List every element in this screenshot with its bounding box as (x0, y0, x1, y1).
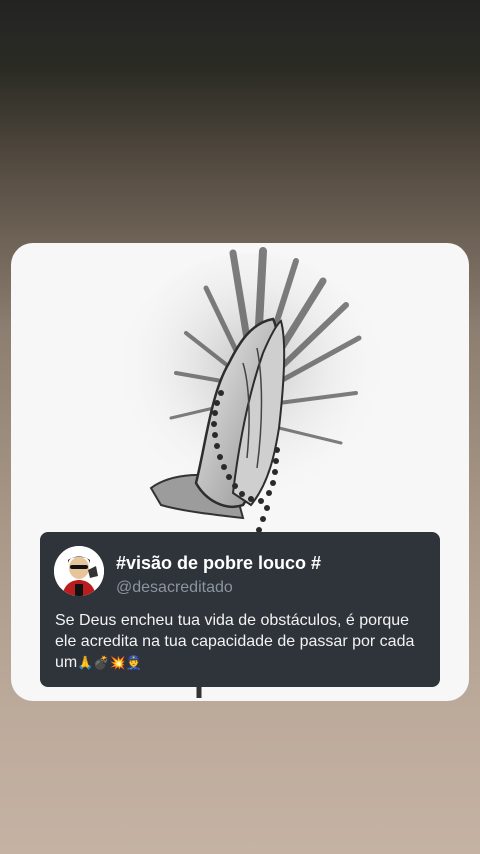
cartoon-avatar-icon (54, 546, 104, 596)
display-name[interactable]: #visão de pobre louco # (116, 553, 321, 574)
user-handle[interactable]: @desacreditado (116, 579, 233, 597)
post-text: Se Deus encheu tua vida de obstáculos, é… (55, 610, 430, 673)
quote-post-card[interactable]: #visão de pobre louco # @desacreditado S… (40, 532, 440, 687)
avatar[interactable] (54, 546, 104, 596)
post-emojis: 🙏💣💥👮 (77, 655, 142, 670)
